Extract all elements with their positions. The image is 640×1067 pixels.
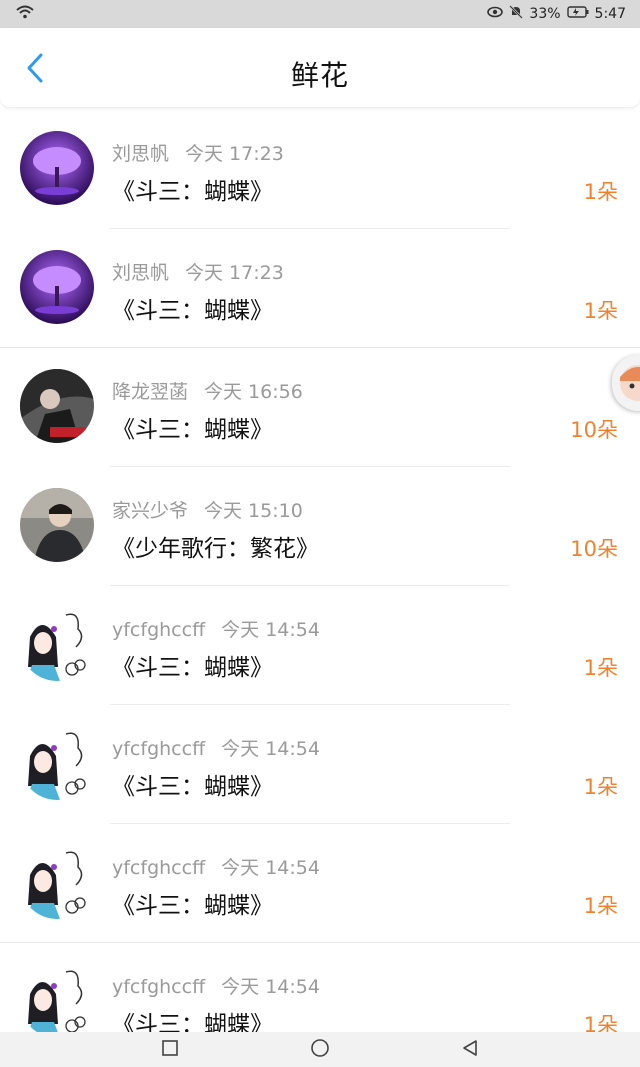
top-bar: 鲜花 bbox=[0, 28, 640, 108]
square-icon bbox=[161, 1039, 179, 1061]
send-time: 今天 14:54 bbox=[221, 738, 320, 760]
battery-percent: 33% bbox=[529, 6, 561, 22]
sender-name[interactable]: yfcfghccff bbox=[112, 619, 205, 641]
eye-icon bbox=[487, 6, 504, 22]
send-time: 今天 17:23 bbox=[185, 262, 284, 284]
work-title[interactable]: 《斗三：蝴蝶》 bbox=[112, 648, 273, 682]
work-title[interactable]: 《斗三：蝴蝶》 bbox=[112, 410, 273, 444]
flower-count: 10朵 bbox=[570, 537, 618, 561]
anime-girl-avatar[interactable] bbox=[20, 964, 94, 1032]
send-time: 今天 16:56 bbox=[204, 381, 303, 403]
sender-meta: 降龙翌菡 今天 16:56 bbox=[112, 377, 303, 404]
sender-meta: yfcfghccff 今天 14:54 bbox=[112, 972, 320, 999]
sender-name[interactable]: yfcfghccff bbox=[112, 976, 205, 998]
work-title[interactable]: 《斗三：蝴蝶》 bbox=[112, 886, 273, 920]
mute-bell-icon bbox=[509, 5, 524, 23]
circle-icon bbox=[310, 1038, 330, 1062]
battery-icon bbox=[566, 6, 589, 22]
gift-row[interactable]: 降龙翌菡 今天 16:56 《斗三：蝴蝶》 10朵 bbox=[0, 348, 640, 467]
boy-photo-avatar[interactable] bbox=[20, 488, 94, 562]
purple-tree-avatar[interactable] bbox=[20, 131, 94, 205]
gift-row[interactable]: 刘思帆 今天 17:23 《斗三：蝴蝶》 1朵 bbox=[0, 110, 640, 229]
flower-gift-list: 刘思帆 今天 17:23 《斗三：蝴蝶》 1朵 刘思帆 今天 17:23 《斗三：蝴… bbox=[0, 110, 640, 1032]
anime-girl-avatar[interactable] bbox=[20, 607, 94, 681]
wifi-icon bbox=[16, 5, 34, 23]
flower-count: 1朵 bbox=[583, 299, 618, 323]
gift-row[interactable]: yfcfghccff 今天 14:54 《斗三：蝴蝶》 1朵 bbox=[0, 824, 640, 943]
flower-count: 1朵 bbox=[583, 656, 618, 680]
sender-name[interactable]: yfcfghccff bbox=[112, 857, 205, 879]
anime-girl-avatar[interactable] bbox=[20, 726, 94, 800]
flower-count: 1朵 bbox=[583, 775, 618, 799]
sender-meta: yfcfghccff 今天 14:54 bbox=[112, 734, 320, 761]
sender-name[interactable]: 刘思帆 bbox=[112, 143, 169, 165]
work-title[interactable]: 《斗三：蝴蝶》 bbox=[112, 172, 273, 206]
flower-count: 1朵 bbox=[583, 180, 618, 204]
gift-row[interactable]: 刘思帆 今天 17:23 《斗三：蝴蝶》 1朵 bbox=[0, 229, 640, 348]
send-time: 今天 14:54 bbox=[221, 857, 320, 879]
gift-row[interactable]: yfcfghccff 今天 14:54 《斗三：蝴蝶》 1朵 bbox=[0, 705, 640, 824]
sender-meta: yfcfghccff 今天 14:54 bbox=[112, 615, 320, 642]
sender-name[interactable]: yfcfghccff bbox=[112, 738, 205, 760]
gift-row[interactable]: yfcfghccff 今天 14:54 《斗三：蝴蝶》 1朵 bbox=[0, 586, 640, 705]
dark-photo-avatar[interactable] bbox=[20, 369, 94, 443]
sender-meta: yfcfghccff 今天 14:54 bbox=[112, 853, 320, 880]
send-time: 今天 15:10 bbox=[204, 500, 303, 522]
gift-row[interactable]: 家兴少爷 今天 15:10 《少年歌行：繁花》 10朵 bbox=[0, 467, 640, 586]
status-bar: 33% 5:47 bbox=[0, 0, 640, 28]
clock-time: 5:47 bbox=[594, 6, 626, 22]
flower-count: 10朵 bbox=[570, 418, 618, 442]
system-nav-bar bbox=[0, 1032, 640, 1067]
flower-count: 1朵 bbox=[583, 1013, 618, 1032]
send-time: 今天 14:54 bbox=[221, 976, 320, 998]
sender-name[interactable]: 刘思帆 bbox=[112, 262, 169, 284]
flower-count: 1朵 bbox=[583, 894, 618, 918]
purple-tree-avatar[interactable] bbox=[20, 250, 94, 324]
recent-apps-button[interactable] bbox=[160, 1040, 180, 1060]
sender-meta: 刘思帆 今天 17:23 bbox=[112, 258, 284, 285]
triangle-back-icon bbox=[461, 1039, 479, 1061]
send-time: 今天 14:54 bbox=[221, 619, 320, 641]
sender-name[interactable]: 家兴少爷 bbox=[112, 500, 188, 522]
system-back-button[interactable] bbox=[460, 1040, 480, 1060]
work-title[interactable]: 《少年歌行：繁花》 bbox=[112, 529, 319, 563]
sender-name[interactable]: 降龙翌菡 bbox=[112, 381, 188, 403]
work-title[interactable]: 《斗三：蝴蝶》 bbox=[112, 291, 273, 325]
anime-girl-avatar[interactable] bbox=[20, 845, 94, 919]
page-title: 鲜花 bbox=[290, 59, 349, 92]
sender-meta: 刘思帆 今天 17:23 bbox=[112, 139, 284, 166]
gift-row[interactable]: yfcfghccff 今天 14:54 《斗三：蝴蝶》 1朵 bbox=[0, 943, 640, 1032]
work-title[interactable]: 《斗三：蝴蝶》 bbox=[112, 767, 273, 801]
send-time: 今天 17:23 bbox=[185, 143, 284, 165]
home-button[interactable] bbox=[310, 1038, 330, 1062]
work-title[interactable]: 《斗三：蝴蝶》 bbox=[112, 1005, 273, 1032]
sender-meta: 家兴少爷 今天 15:10 bbox=[112, 496, 303, 523]
